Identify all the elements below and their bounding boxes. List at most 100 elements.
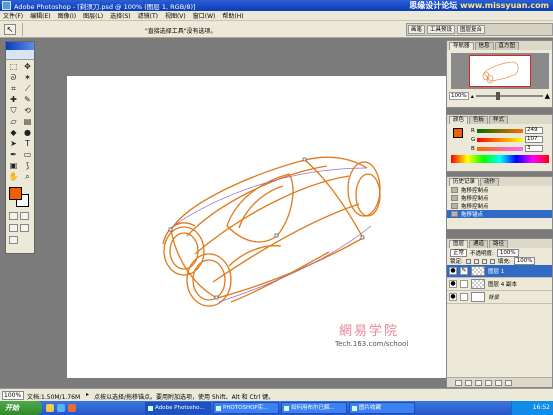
tab-history[interactable]: 历史记录 (449, 178, 480, 186)
shape-tool-icon[interactable]: ▭ (21, 150, 34, 160)
tab-actions[interactable]: 动作 (480, 178, 500, 186)
navigator-zoom-field[interactable]: 100% (449, 92, 469, 100)
taskbar-photoshop[interactable]: Adobe Photosho... (145, 402, 211, 414)
clone-stamp-tool-icon[interactable]: ⛉ (7, 106, 20, 116)
taskbar-folder[interactable]: PHOTOSHOP实... (213, 402, 279, 414)
lock-all-icon[interactable] (489, 258, 495, 264)
menu-image[interactable]: 图像(I) (58, 11, 76, 20)
fill-field[interactable]: 100% (513, 257, 536, 265)
notes-tool-icon[interactable]: ▣ (7, 161, 20, 171)
imageready-jump-icon[interactable] (9, 236, 18, 244)
tab-layers[interactable]: 图层 (449, 240, 469, 248)
menu-view[interactable]: 视图(V) (165, 11, 186, 20)
pen-tool-icon[interactable]: ✒ (7, 150, 20, 160)
history-item[interactable]: 拖移控制点 (447, 186, 552, 194)
well-brushes-tab[interactable]: 画笔 (408, 25, 426, 34)
screen-mode-standard-icon[interactable] (9, 224, 18, 232)
status-doc-size[interactable]: 文档:1.50M/1.76M (27, 392, 80, 401)
gradient-tool-icon[interactable]: ▤ (21, 117, 34, 127)
tab-swatches[interactable]: 色板 (469, 116, 489, 124)
quickmask-mode-icon[interactable] (20, 212, 29, 220)
marquee-tool-icon[interactable]: ⬚ (7, 62, 20, 72)
well-tool-presets-tab[interactable]: 工具预设 (427, 25, 456, 34)
color-g-slider[interactable] (477, 137, 523, 142)
layer-link-icon[interactable] (460, 280, 468, 288)
tab-info[interactable]: 信息 (474, 42, 494, 50)
brush-tool-icon[interactable]: ✎ (21, 95, 34, 105)
new-layer-icon[interactable] (495, 379, 502, 386)
layer-set-icon[interactable] (475, 379, 482, 386)
layer-row-selected[interactable]: ● ✎ 图层 1 (447, 265, 552, 278)
taskbar-pictures[interactable]: 图片收藏 (349, 402, 415, 414)
menu-filter[interactable]: 滤镜(T) (138, 11, 158, 20)
lasso-tool-icon[interactable]: ᘐ (7, 73, 20, 83)
layer-link-icon[interactable] (460, 293, 468, 301)
color-r-slider[interactable] (477, 128, 523, 133)
history-item[interactable]: 拖移控制点 (447, 202, 552, 210)
zoom-in-icon[interactable]: ▲ (545, 92, 550, 100)
trash-icon[interactable] (505, 379, 512, 386)
tab-styles[interactable]: 样式 (489, 116, 509, 124)
navigator-view-box[interactable] (469, 55, 531, 87)
toolbox-titlebar[interactable] (6, 42, 34, 50)
blur-tool-icon[interactable]: ◆ (7, 128, 20, 138)
layer-mask-icon[interactable] (465, 379, 472, 386)
eyedropper-tool-icon[interactable]: ⟆ (21, 161, 34, 171)
zoom-tool-icon[interactable]: ⌕ (21, 172, 34, 182)
color-panel-foreground-swatch[interactable] (453, 128, 463, 138)
tab-channels[interactable]: 通道 (469, 240, 489, 248)
foreground-color-swatch[interactable] (9, 187, 22, 200)
zoom-slider-knob[interactable] (495, 92, 500, 100)
media-icon[interactable] (68, 404, 76, 412)
show-desktop-icon[interactable] (46, 404, 54, 412)
color-g-value[interactable]: 107 (525, 136, 543, 143)
tab-histogram[interactable]: 直方图 (494, 42, 520, 50)
well-layer-comps-tab[interactable]: 图层复合 (457, 25, 486, 34)
adjustment-layer-icon[interactable] (485, 379, 492, 386)
eraser-tool-icon[interactable]: ▱ (7, 117, 20, 127)
history-item[interactable]: 拖移控制点 (447, 194, 552, 202)
healing-brush-tool-icon[interactable]: ✚ (7, 95, 20, 105)
navigator-preview[interactable] (451, 53, 549, 89)
color-r-value[interactable]: 249 (525, 127, 543, 134)
menu-help[interactable]: 帮助(H) (222, 11, 243, 20)
direct-selection-tool-icon[interactable]: ↖ (4, 24, 16, 35)
dodge-tool-icon[interactable]: ● (21, 128, 34, 138)
history-brush-tool-icon[interactable]: ⟲ (21, 106, 34, 116)
status-zoom-field[interactable]: 100% (2, 391, 24, 400)
menu-layer[interactable]: 图层(L) (83, 11, 103, 20)
blend-mode-select[interactable]: 正常 (450, 248, 468, 257)
color-spectrum-ramp[interactable] (451, 155, 549, 163)
visibility-eye-icon[interactable]: ● (449, 293, 457, 301)
tab-paths[interactable]: 路径 (489, 240, 509, 248)
layer-style-icon[interactable] (455, 379, 462, 386)
type-tool-icon[interactable]: T (21, 139, 34, 149)
adobe-online-icon[interactable] (6, 50, 34, 60)
tray-clock[interactable]: 16:52 (533, 404, 550, 411)
history-item-selected[interactable]: 拖移锚点 (447, 210, 552, 218)
visibility-eye-icon[interactable]: ● (449, 280, 457, 288)
menu-window[interactable]: 窗口(W) (193, 11, 216, 20)
navigator-zoom-slider[interactable] (475, 92, 543, 100)
hand-tool-icon[interactable]: ✋ (7, 172, 20, 182)
menu-file[interactable]: 文件(F) (3, 11, 23, 20)
move-tool-icon[interactable]: ✥ (21, 62, 34, 72)
color-b-value[interactable]: 3 (525, 145, 543, 152)
status-menu-arrow-icon[interactable]: ▸ (86, 391, 89, 398)
color-b-slider[interactable] (477, 146, 523, 151)
opacity-field[interactable]: 100% (496, 248, 519, 257)
lock-position-icon[interactable] (481, 258, 487, 264)
menu-edit[interactable]: 编辑(E) (30, 11, 50, 20)
slice-tool-icon[interactable]: ⟋ (21, 84, 34, 94)
zoom-out-icon[interactable]: ▴ (471, 93, 474, 100)
taskbar-browser[interactable]: 如何用布尔已解... (281, 402, 347, 414)
layer-row[interactable]: ● 背景 (447, 291, 552, 304)
lock-paint-icon[interactable] (473, 258, 479, 264)
crop-tool-icon[interactable]: ⌗ (7, 84, 20, 94)
tab-navigator[interactable]: 导航器 (449, 42, 474, 50)
screen-mode-full-icon[interactable] (20, 224, 29, 232)
menu-select[interactable]: 选择(S) (110, 11, 131, 20)
lock-transparency-icon[interactable] (465, 258, 471, 264)
tab-color[interactable]: 颜色 (449, 116, 469, 124)
magic-wand-tool-icon[interactable]: ✶ (21, 73, 34, 83)
